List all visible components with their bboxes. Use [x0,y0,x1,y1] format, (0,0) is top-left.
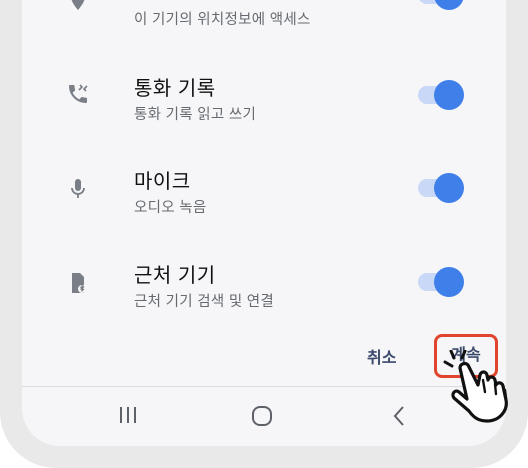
microphone-toggle[interactable] [418,173,464,203]
call-log-icon [66,82,90,106]
back-icon[interactable] [392,405,406,432]
location-pin-icon [66,0,90,12]
permission-subtitle: 통화 기록 읽고 쓰기 [134,107,257,123]
permission-title: 마이크 [134,171,191,193]
toggle-knob [434,267,464,297]
nearby-devices-icon [66,271,90,295]
toggle-knob [434,80,464,110]
nearby-devices-toggle[interactable] [418,267,464,297]
permission-screen: 이 기기의 위치정보에 액세스 통화 기록 통화 기록 읽고 쓰기 마이크 오디… [22,0,506,446]
call-log-toggle[interactable] [418,80,464,110]
permission-subtitle: 이 기기의 위치정보에 액세스 [134,12,311,28]
permission-row-location[interactable]: 이 기기의 위치정보에 액세스 [22,0,506,40]
permission-subtitle: 오디오 녹음 [134,200,207,216]
navigation-bar [22,387,506,446]
toggle-knob [434,173,464,203]
tapping-hand-icon [443,350,508,423]
permission-row-call-log[interactable]: 통화 기록 통화 기록 읽고 쓰기 [22,72,506,132]
microphone-icon [66,177,90,201]
permission-row-nearby-devices[interactable]: 근처 기기 근처 기기 검색 및 연결 [22,259,506,319]
recent-apps-icon[interactable] [118,405,138,430]
permission-title: 근처 기기 [134,265,216,287]
dialog-actions: 취소 계속 [22,334,506,378]
toggle-knob [434,0,464,10]
permission-subtitle: 근처 기기 검색 및 연결 [134,294,275,310]
permission-title: 통화 기록 [134,78,216,100]
location-toggle[interactable] [418,0,464,10]
home-icon[interactable] [251,405,275,432]
cancel-button[interactable]: 취소 [367,344,396,368]
permission-row-microphone[interactable]: 마이크 오디오 녹음 [22,165,506,225]
